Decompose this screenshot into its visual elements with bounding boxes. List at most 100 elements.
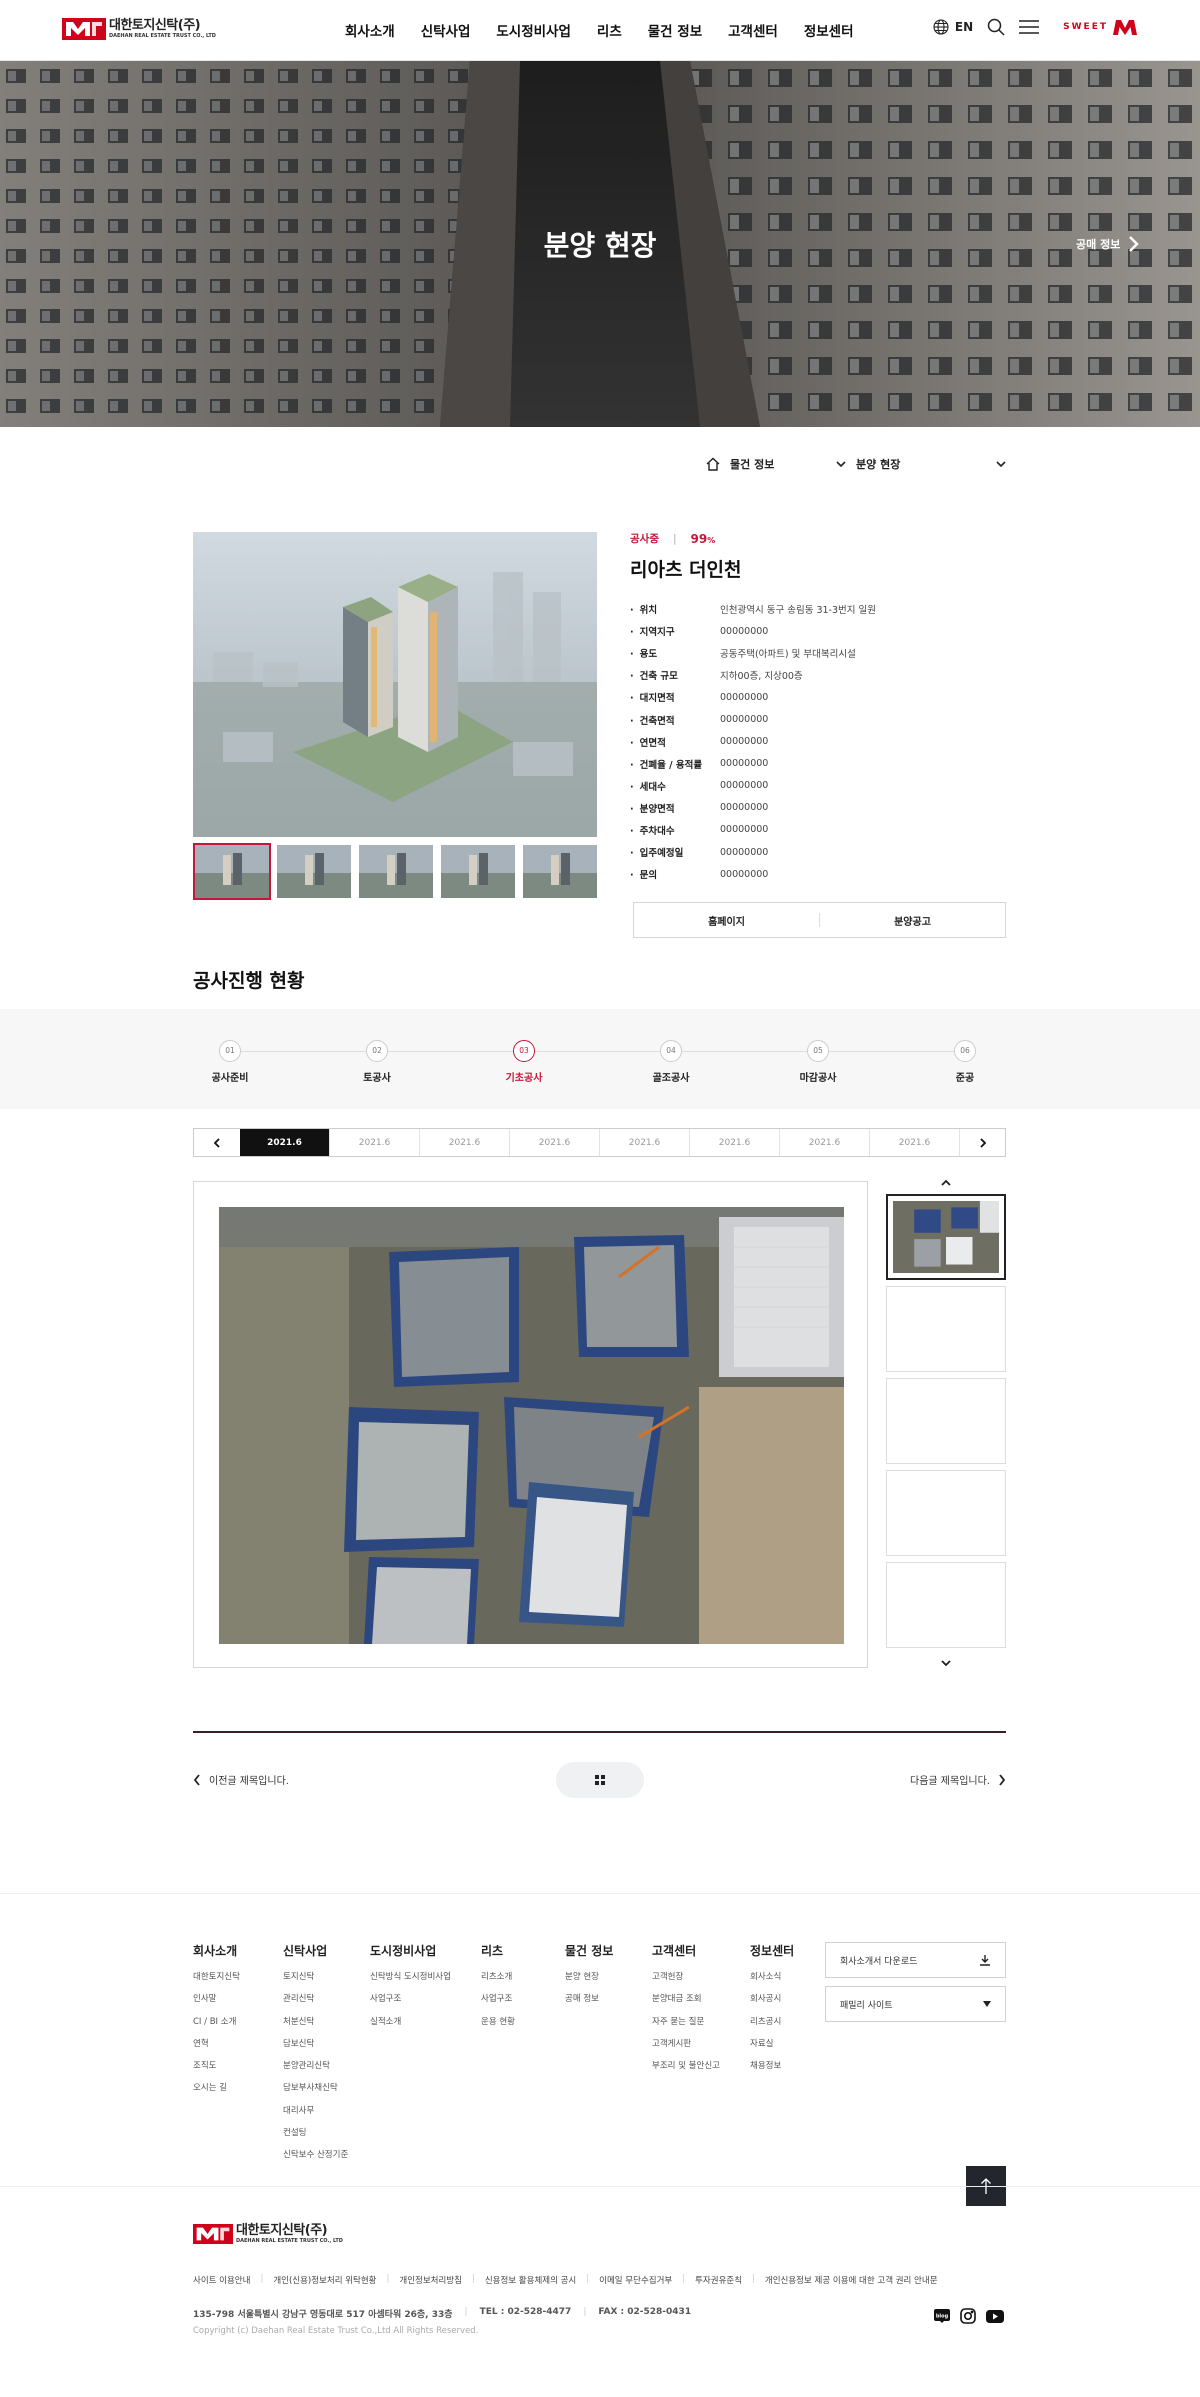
footer-policy-link[interactable]: 사이트 이용안내: [193, 2274, 250, 2286]
step-01[interactable]: 01 공사준비: [180, 1040, 280, 1084]
footer-nav-link[interactable]: 대리사무: [283, 2104, 348, 2116]
family-site-select[interactable]: 패밀리 사이트: [825, 1986, 1006, 2022]
youtube-icon[interactable]: [986, 2309, 1004, 2323]
footer-nav-link[interactable]: 부조리 및 불안신고: [652, 2059, 720, 2071]
date-tab[interactable]: 2021.6: [599, 1129, 689, 1156]
project-thumbnail[interactable]: [521, 843, 599, 900]
footer-nav-link[interactable]: 자료실: [750, 2037, 794, 2049]
auction-info-link[interactable]: 공매 정보: [1076, 235, 1140, 253]
project-thumbnail[interactable]: [439, 843, 517, 900]
footer-nav-link[interactable]: 처분신탁: [283, 2015, 348, 2027]
footer-nav-link[interactable]: 담보부사채신탁: [283, 2081, 348, 2093]
footer-nav-title[interactable]: 물건 정보: [565, 1942, 613, 1959]
project-thumbnail[interactable]: [357, 843, 435, 900]
footer-policy-link[interactable]: 이메일 무단수집거부: [599, 2274, 672, 2286]
list-button[interactable]: [556, 1762, 644, 1798]
date-tab[interactable]: 2021.6: [779, 1129, 869, 1156]
footer-nav-link[interactable]: 연혁: [193, 2037, 240, 2049]
step-03[interactable]: 03 기초공사: [474, 1040, 574, 1084]
chevron-up-icon[interactable]: [940, 1178, 952, 1188]
photo-thumbnail[interactable]: [886, 1470, 1006, 1556]
footer-nav-link[interactable]: 담보신탁: [283, 2037, 348, 2049]
nav-property[interactable]: 물건 정보: [648, 20, 702, 40]
footer-policy-link[interactable]: 개인신용정보 제공 이용에 대한 고객 권리 안내문: [765, 2274, 938, 2286]
homepage-button[interactable]: 홈페이지: [634, 913, 819, 928]
next-post-link[interactable]: 다음글 제목입니다.: [910, 1772, 1006, 1787]
footer-nav-link[interactable]: 고객게시판: [652, 2037, 720, 2049]
photo-thumbnail[interactable]: [886, 1378, 1006, 1464]
nav-customer[interactable]: 고객센터: [728, 20, 778, 40]
footer-nav-link[interactable]: 운용 현황: [481, 2015, 515, 2027]
step-05[interactable]: 05 마감공사: [768, 1040, 868, 1084]
footer-nav-link[interactable]: 신탁방식 도시정비사업: [370, 1970, 451, 1982]
prev-post-link[interactable]: 이전글 제목입니다.: [193, 1772, 289, 1787]
date-prev-button[interactable]: [194, 1129, 240, 1156]
date-tab[interactable]: 2021.6: [240, 1129, 329, 1156]
footer-nav-link[interactable]: 실적소개: [370, 2015, 451, 2027]
footer-nav-link[interactable]: CI / BI 소개: [193, 2015, 240, 2027]
photo-thumbnail[interactable]: [886, 1194, 1006, 1280]
step-04[interactable]: 04 골조공사: [621, 1040, 721, 1084]
footer-nav-link[interactable]: 대한토지신탁: [193, 1970, 240, 1982]
breadcrumb-select[interactable]: 분양 현장: [836, 456, 1006, 472]
footer-nav-link[interactable]: 채용정보: [750, 2059, 794, 2071]
sale-notice-button[interactable]: 분양공고: [820, 913, 1005, 928]
footer-nav-link[interactable]: 공매 정보: [565, 1992, 613, 2004]
nav-company[interactable]: 회사소개: [345, 20, 395, 40]
site-logo[interactable]: 대한토지신탁(주) DAEHAN REAL ESTATE TRUST CO., …: [62, 18, 216, 40]
date-next-button[interactable]: [959, 1129, 1005, 1156]
search-icon[interactable]: [987, 18, 1005, 36]
footer-nav-title[interactable]: 정보센터: [750, 1942, 794, 1959]
nav-urban[interactable]: 도시정비사업: [496, 20, 571, 40]
step-02[interactable]: 02 토공사: [327, 1040, 427, 1084]
nav-info[interactable]: 정보센터: [804, 20, 854, 40]
date-tab[interactable]: 2021.6: [329, 1129, 419, 1156]
footer-nav-link[interactable]: 사업구조: [481, 1992, 515, 2004]
footer-nav-link[interactable]: 오시는 길: [193, 2081, 240, 2093]
footer-nav-link[interactable]: 분양관리신탁: [283, 2059, 348, 2071]
photo-thumbnail[interactable]: [886, 1286, 1006, 1372]
footer-nav-title[interactable]: 도시정비사업: [370, 1942, 451, 1959]
footer-nav-link[interactable]: 관리신탁: [283, 1992, 348, 2004]
hamburger-menu-icon[interactable]: [1019, 19, 1040, 35]
language-button[interactable]: EN: [933, 19, 973, 35]
nav-trust[interactable]: 신탁사업: [421, 20, 471, 40]
footer-nav-link[interactable]: 고객헌장: [652, 1970, 720, 1982]
project-thumbnail[interactable]: [193, 843, 271, 900]
instagram-icon[interactable]: [960, 2308, 976, 2324]
footer-nav-link[interactable]: 회사공시: [750, 1992, 794, 2004]
photo-thumbnail[interactable]: [886, 1562, 1006, 1648]
date-tab[interactable]: 2021.6: [689, 1129, 779, 1156]
step-06[interactable]: 06 준공: [915, 1040, 1015, 1084]
breadcrumb-home[interactable]: 물건 정보: [706, 456, 836, 472]
footer-nav-title[interactable]: 신탁사업: [283, 1942, 348, 1959]
footer-nav-link[interactable]: 신탁보수 산정기준: [283, 2148, 348, 2160]
footer-policy-link[interactable]: 개인정보처리방침: [399, 2274, 462, 2286]
footer-nav-link[interactable]: 분양대금 조회: [652, 1992, 720, 2004]
company-brochure-download-button[interactable]: 회사소개서 다운로드: [825, 1942, 1006, 1978]
footer-nav-link[interactable]: 리츠공시: [750, 2015, 794, 2027]
footer-nav-link[interactable]: 회사소식: [750, 1970, 794, 1982]
chevron-down-icon[interactable]: [940, 1658, 952, 1668]
date-tab[interactable]: 2021.6: [509, 1129, 599, 1156]
footer-nav-link[interactable]: 리츠소개: [481, 1970, 515, 1982]
project-thumbnail[interactable]: [275, 843, 353, 900]
footer-nav-link[interactable]: 토지신탁: [283, 1970, 348, 1982]
footer-nav-link[interactable]: 자주 묻는 질문: [652, 2015, 720, 2027]
nav-reits[interactable]: 리츠: [597, 20, 622, 40]
date-tab[interactable]: 2021.6: [869, 1129, 959, 1156]
footer-policy-link[interactable]: 투자권유준칙: [695, 2274, 742, 2286]
footer-policy-link[interactable]: 신용정보 활용체제의 공시: [485, 2274, 576, 2286]
blog-icon[interactable]: blog: [934, 2309, 950, 2323]
footer-nav-link[interactable]: 사업구조: [370, 1992, 451, 2004]
footer-nav-title[interactable]: 고객센터: [652, 1942, 720, 1959]
footer-nav-link[interactable]: 인사말: [193, 1992, 240, 2004]
footer-nav-title[interactable]: 리츠: [481, 1942, 515, 1959]
footer-nav-link[interactable]: 컨설팅: [283, 2126, 348, 2138]
sweet-brand-link[interactable]: SWEET: [1063, 18, 1138, 36]
footer-nav-link[interactable]: 분양 현장: [565, 1970, 613, 1982]
footer-policy-link[interactable]: 개인(신용)정보처리 위탁현황: [273, 2274, 376, 2286]
date-tab[interactable]: 2021.6: [419, 1129, 509, 1156]
footer-nav-link[interactable]: 조직도: [193, 2059, 240, 2071]
footer-nav-title[interactable]: 회사소개: [193, 1942, 240, 1959]
